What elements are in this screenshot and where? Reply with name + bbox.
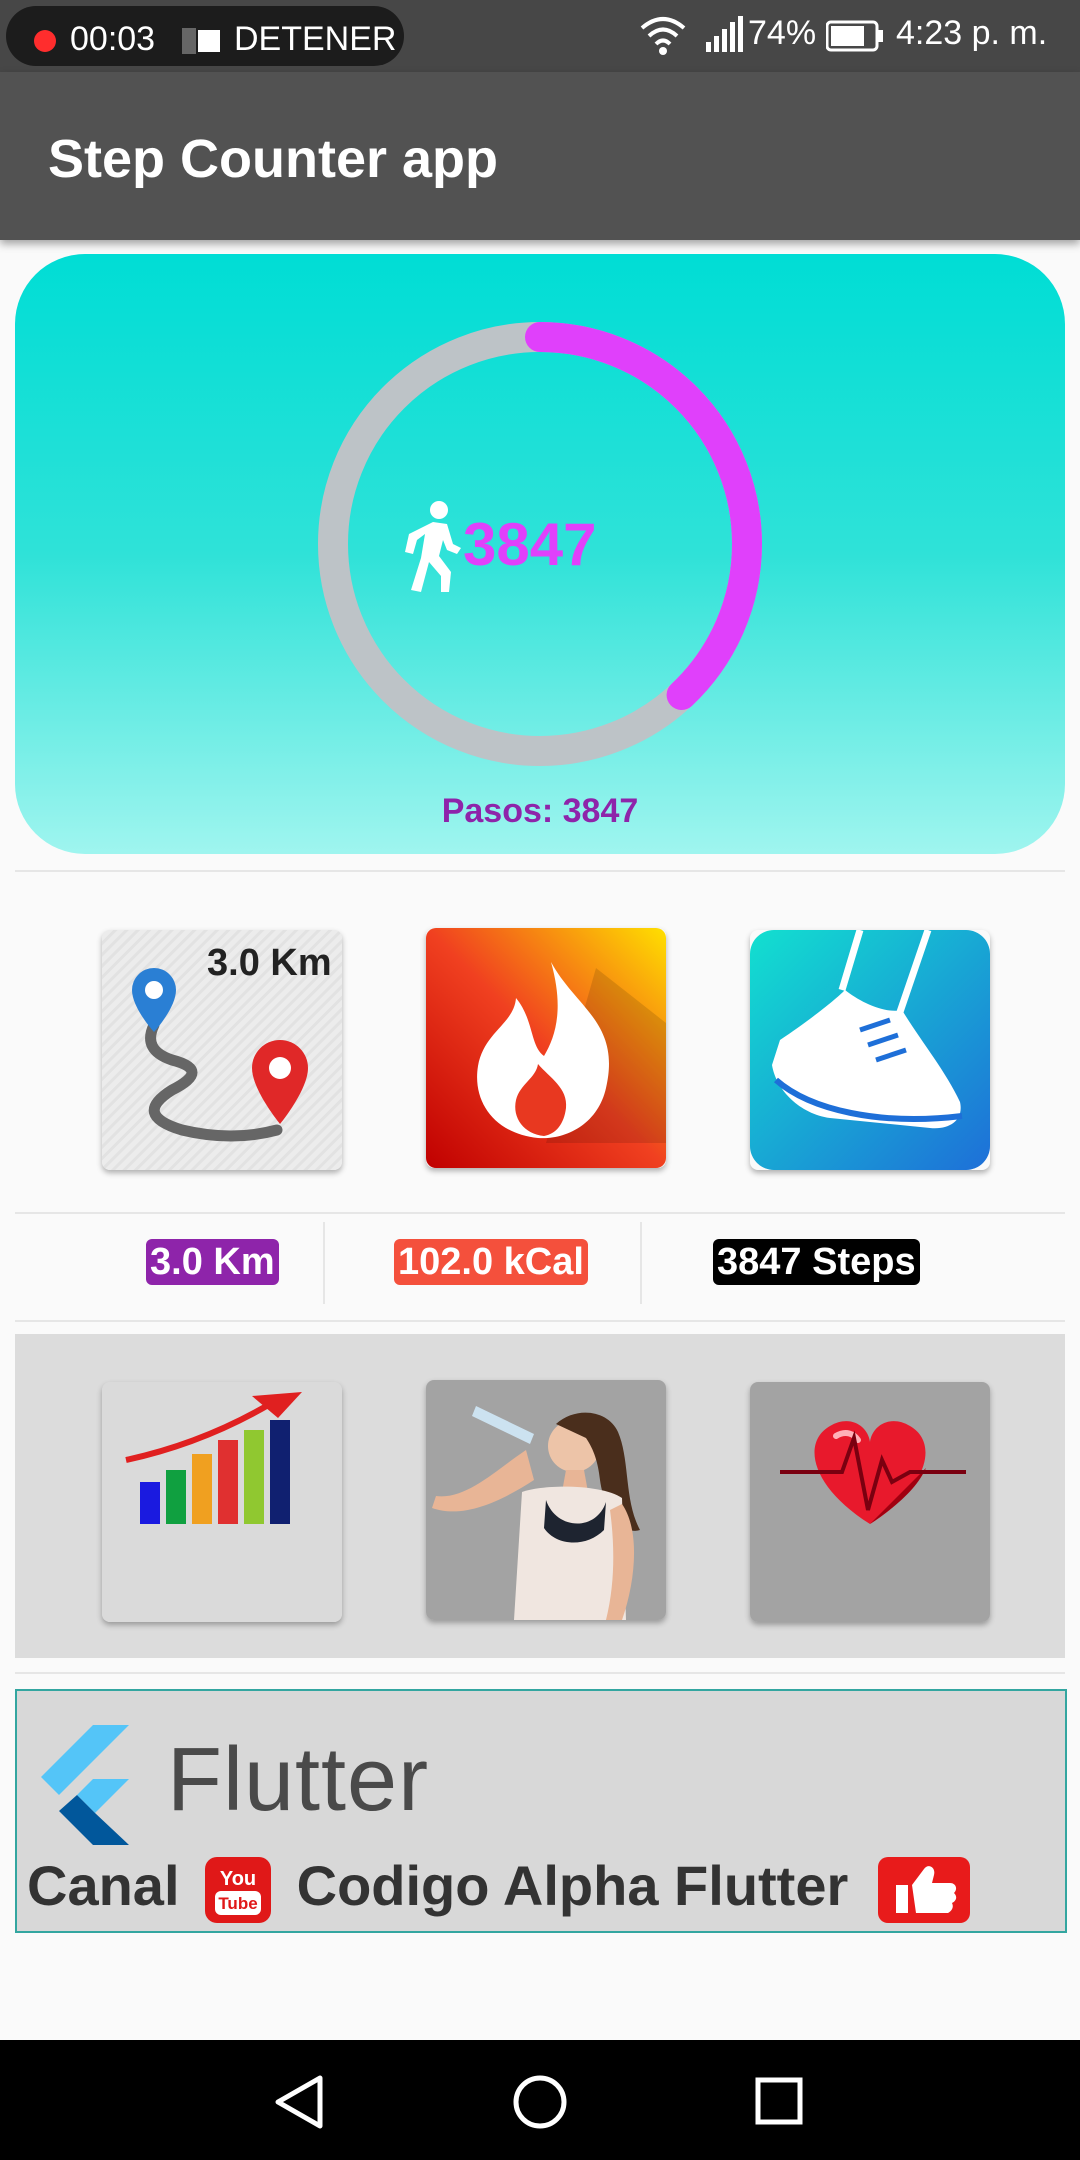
screen-recorder-pill[interactable]: 00:03 DETENER: [6, 6, 404, 66]
calories-tile[interactable]: [426, 928, 666, 1168]
app-title: Step Counter app: [48, 129, 499, 189]
svg-text:Tube: Tube: [218, 1894, 257, 1913]
youtube-icon: You Tube: [205, 1857, 272, 1924]
stop-recording-button[interactable]: DETENER: [234, 20, 396, 59]
home-icon[interactable]: [500, 2062, 580, 2142]
divider: [15, 1672, 1065, 1674]
stat-separator: [323, 1222, 325, 1304]
wifi-icon: [640, 17, 686, 55]
battery-percent: 74%: [748, 14, 817, 52]
secondary-tiles-panel: [15, 1334, 1065, 1658]
thumbs-up-icon: [877, 1857, 970, 1924]
channel-name: Codigo Alpha Flutter: [296, 1854, 849, 1917]
stop-icon: [182, 28, 220, 54]
heart-rate-tile[interactable]: [750, 1382, 990, 1622]
drinking-water-photo: [426, 1380, 666, 1620]
flutter-wordmark: Flutter: [167, 1730, 430, 1830]
distance-tile-label: 3.0 Km: [207, 942, 332, 984]
steps-tile[interactable]: [750, 930, 990, 1170]
signal-icon: [706, 16, 743, 52]
divider: [15, 1212, 1065, 1214]
fire-icon: [426, 928, 666, 1168]
battery-icon: [826, 20, 883, 52]
flutter-channel-banner[interactable]: Flutter Canal You Tube Codigo Alpha Flut…: [15, 1689, 1067, 1933]
sneaker-icon: [750, 930, 990, 1170]
distance-badge: 3.0 Km: [146, 1239, 279, 1285]
status-bar: 00:03 DETENER 74% 4:23 p. m.: [0, 0, 1080, 72]
steps-stat: 3847 Steps: [713, 1239, 920, 1285]
flutter-logo-icon: [41, 1725, 129, 1845]
steps-badge: 3847 Steps: [713, 1239, 920, 1285]
channel-word: Canal: [27, 1854, 180, 1917]
calories-badge: 102.0 kCal: [394, 1239, 588, 1285]
distance-tile[interactable]: 3.0 Km: [102, 930, 342, 1170]
divider: [15, 1320, 1065, 1322]
calories-stat: 102.0 kCal: [394, 1239, 588, 1285]
growth-chart-icon: [102, 1382, 342, 1622]
water-tile[interactable]: [426, 1380, 666, 1620]
recents-icon[interactable]: [740, 2062, 820, 2142]
navigation-bar: [0, 2040, 1080, 2160]
steps-caption: Pasos: 3847: [441, 792, 639, 830]
stat-separator: [640, 1222, 642, 1304]
walking-person-icon: [405, 501, 461, 592]
record-icon: [34, 30, 56, 52]
clock: 4:23 p. m.: [896, 14, 1048, 52]
record-time: 00:03: [70, 20, 156, 58]
heart-rate-icon: [750, 1382, 990, 1622]
statistics-tile[interactable]: [102, 1382, 342, 1622]
svg-text:You: You: [220, 1868, 256, 1890]
step-progress-card: 3847 Pasos: 3847: [15, 254, 1065, 854]
app-bar: Step Counter app: [0, 72, 1080, 240]
channel-line: Canal You Tube Codigo Alpha Flutter: [27, 1853, 970, 1924]
divider: [15, 870, 1065, 872]
back-icon[interactable]: [260, 2062, 340, 2142]
step-count: 3847: [463, 511, 597, 578]
distance-stat: 3.0 Km: [146, 1239, 279, 1285]
